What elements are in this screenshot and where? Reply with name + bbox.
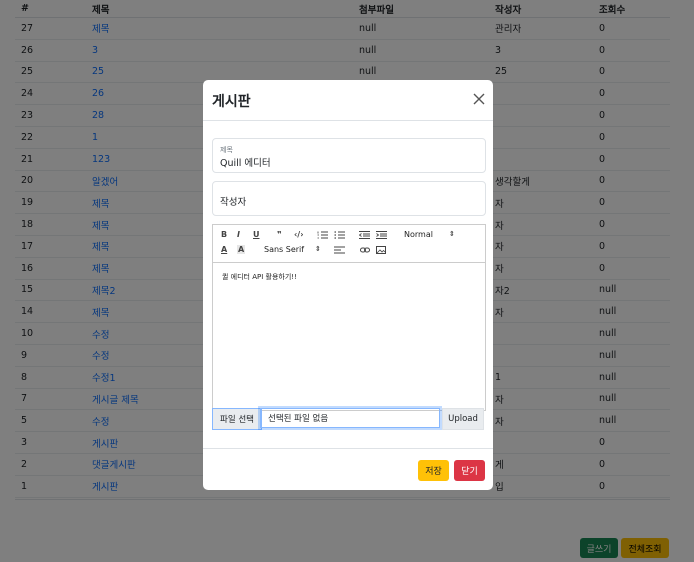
outdent-icon[interactable] bbox=[359, 231, 370, 239]
bold-icon[interactable]: B bbox=[221, 230, 227, 239]
quill-editor: B I U ❞ ‹/› Normal ⇕ A A Sans Serif ⇕ 퀼 … bbox=[212, 224, 486, 411]
indent-icon[interactable] bbox=[376, 231, 387, 239]
header-select[interactable]: Normal bbox=[404, 230, 433, 239]
file-name-text: 선택된 파일 없음 bbox=[268, 414, 329, 424]
write-modal: 게시판 제목 Quill 에디터 작성자 B I U ❞ ‹/› Normal … bbox=[203, 80, 493, 490]
chevron-updown-icon[interactable]: ⇕ bbox=[449, 230, 455, 238]
writer-field-placeholder: 작성자 bbox=[220, 197, 247, 208]
header-select-value: Normal bbox=[404, 230, 433, 239]
text-color-icon[interactable]: A bbox=[221, 245, 227, 254]
background-color-icon[interactable]: A bbox=[237, 245, 246, 254]
file-input-group: 파일 선택 선택된 파일 없음 Upload bbox=[212, 408, 484, 430]
link-icon[interactable] bbox=[360, 246, 370, 254]
font-select[interactable]: Sans Serif bbox=[264, 245, 304, 254]
font-select-value: Sans Serif bbox=[264, 245, 305, 254]
blockquote-icon[interactable]: ❞ bbox=[277, 230, 282, 239]
bullet-list-icon[interactable] bbox=[334, 231, 345, 239]
italic-icon[interactable]: I bbox=[237, 230, 240, 239]
ordered-list-icon[interactable] bbox=[317, 231, 328, 239]
file-name-display[interactable]: 선택된 파일 없음 bbox=[260, 408, 440, 428]
underline-icon[interactable]: U bbox=[253, 230, 260, 239]
close-button[interactable]: 닫기 bbox=[454, 460, 485, 481]
close-icon[interactable] bbox=[473, 93, 485, 105]
align-icon[interactable] bbox=[334, 246, 345, 254]
editor-toolbar: B I U ❞ ‹/› Normal ⇕ A A Sans Serif ⇕ bbox=[213, 225, 485, 263]
image-icon[interactable] bbox=[376, 246, 386, 254]
code-block-icon[interactable]: ‹/› bbox=[294, 230, 304, 239]
title-field-label: 제목 bbox=[220, 146, 233, 154]
title-field[interactable]: 제목 Quill 에디터 bbox=[212, 138, 486, 173]
modal-footer: 저장 닫기 bbox=[203, 448, 493, 491]
editor-content[interactable]: 퀼 에디터 API 활용하기!! bbox=[222, 272, 297, 282]
modal-title: 게시판 bbox=[212, 94, 251, 110]
upload-button[interactable]: Upload bbox=[442, 408, 484, 430]
font-chevron-icon[interactable]: ⇕ bbox=[315, 245, 321, 253]
modal-header: 게시판 bbox=[203, 80, 493, 121]
writer-field[interactable]: 작성자 bbox=[212, 181, 486, 216]
choose-file-button[interactable]: 파일 선택 bbox=[212, 408, 262, 430]
title-field-value: Quill 에디터 bbox=[220, 158, 271, 169]
save-button[interactable]: 저장 bbox=[418, 460, 449, 481]
